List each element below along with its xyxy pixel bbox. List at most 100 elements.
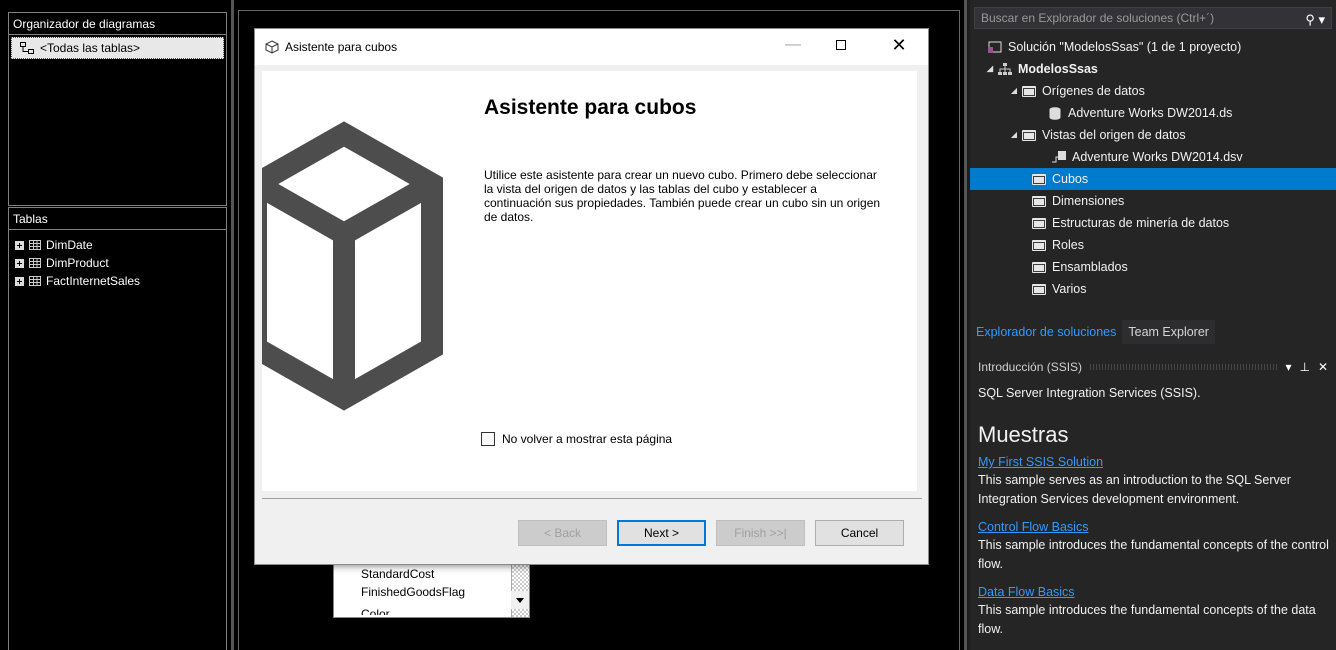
database-icon [1046, 106, 1064, 120]
next-button[interactable]: Next > [617, 520, 706, 546]
tree-node-roles[interactable]: Roles [970, 234, 1336, 256]
tree-node-datasources[interactable]: ◢ Orígenes de datos [970, 80, 1336, 102]
pin-icon[interactable]: ⊥ [1299, 360, 1309, 374]
solution-tree: Solución "ModelosSsas" (1 de 1 proyecto)… [970, 36, 1336, 300]
tree-node-dsv-file[interactable]: Adventure Works DW2014.dsv [970, 146, 1336, 168]
dialog-separator [262, 498, 922, 499]
sample-description: This sample introduces the fundamental c… [978, 603, 1316, 636]
tree-node-label: Estructuras de minería de datos [1052, 216, 1230, 230]
solution-search-input[interactable]: Buscar en Explorador de soluciones (Ctrl… [974, 7, 1332, 29]
project-icon [996, 62, 1014, 76]
table-item[interactable]: DimDate [9, 236, 226, 254]
expand-icon[interactable] [15, 258, 24, 268]
folder-icon [1030, 217, 1048, 229]
list-item[interactable]: FinishedGoodsFlag [334, 583, 529, 601]
tree-node-assemblies[interactable]: Ensamblados [970, 256, 1336, 278]
tree-node-label: Adventure Works DW2014.dsv [1072, 150, 1243, 164]
table-label: DimDate [46, 238, 93, 252]
all-tables-label: <Todas las tablas> [40, 41, 141, 55]
dropdown-icon[interactable]: ▾ [1285, 360, 1291, 374]
intro-panel-header[interactable]: Introducción (SSIS) ▾ ⊥ ✕ [970, 356, 1336, 378]
intro-panel-title: Introducción (SSIS) [978, 360, 1083, 374]
table-icon [29, 258, 41, 268]
tree-node-cubes[interactable]: Cubos [970, 168, 1336, 190]
tab-solution-explorer[interactable]: Explorador de soluciones [970, 320, 1123, 344]
collapse-icon[interactable]: ◢ [1008, 80, 1020, 102]
maximize-button[interactable] [818, 29, 864, 61]
dialog-heading: Asistente para cubos [484, 96, 697, 119]
tree-node-datasource-file[interactable]: Adventure Works DW2014.ds [970, 102, 1336, 124]
left-pane: Organizador de diagramas <Todas las tabl… [0, 0, 231, 650]
table-label: DimProduct [46, 256, 109, 270]
diagram-organizer-panel: Organizador de diagramas <Todas las tabl… [8, 12, 227, 206]
collapse-icon[interactable]: ◢ [984, 58, 996, 80]
cube-illustration-icon [262, 121, 443, 411]
intro-panel-body: SQL Server Integration Services (SSIS). … [970, 380, 1336, 649]
sample-link[interactable]: Control Flow Basics [978, 519, 1336, 536]
close-icon[interactable]: ✕ [1318, 360, 1328, 374]
dont-show-again-checkbox[interactable] [481, 432, 495, 446]
tables-header: Tablas [9, 208, 226, 230]
sample-link[interactable]: Data Flow Basics [978, 584, 1336, 601]
table-item[interactable]: FactInternetSales [9, 272, 226, 290]
table-label: FactInternetSales [46, 274, 141, 288]
column-list[interactable]: StandardCost FinishedGoodsFlag Color [333, 564, 530, 618]
samples-heading: Muestras [978, 422, 1069, 447]
table-item[interactable]: DimProduct [9, 254, 226, 272]
sample-link[interactable]: My First SSIS Solution [978, 454, 1336, 471]
dsv-icon [1050, 151, 1068, 163]
maximize-icon [836, 40, 846, 50]
tree-node-label: Vistas del origen de datos [1042, 128, 1186, 142]
tab-team-explorer[interactable]: Team Explorer [1122, 320, 1215, 344]
sample-description: This sample serves as an introduction to… [978, 473, 1291, 506]
close-button[interactable]: ✕ [876, 29, 922, 61]
all-tables-item[interactable]: <Todas las tablas> [11, 37, 224, 59]
tree-node-misc[interactable]: Varios [970, 278, 1336, 300]
diagram-icon [20, 42, 34, 54]
tree-node-label: Varios [1052, 282, 1087, 296]
tree-node-mining[interactable]: Estructuras de minería de datos [970, 212, 1336, 234]
dialog-description: Utilice este asistente para crear un nue… [484, 168, 881, 224]
dialog-content: Asistente para cubos Utilice este asiste… [262, 71, 917, 491]
minimize-button[interactable]: — [770, 29, 816, 61]
cancel-button[interactable]: Cancel [815, 520, 904, 546]
collapse-icon[interactable]: ◢ [1008, 124, 1020, 146]
dialog-title: Asistente para cubos [285, 40, 398, 54]
list-item[interactable]: Color [334, 601, 529, 615]
dont-show-again-label: No volver a mostrar esta página [502, 432, 673, 446]
expand-icon[interactable] [15, 276, 24, 286]
tree-node-solution[interactable]: Solución "ModelosSsas" (1 de 1 proyecto) [970, 36, 1336, 58]
tree-node-label: Ensamblados [1052, 260, 1128, 274]
sample-description: This sample introduces the fundamental c… [978, 538, 1329, 571]
tree-node-label: ModelosSsas [1018, 62, 1098, 76]
tree-node-dsv-folder[interactable]: ◢ Vistas del origen de datos [970, 124, 1336, 146]
table-icon [29, 276, 41, 286]
folder-icon [1030, 261, 1048, 273]
intro-subtitle: SQL Server Integration Services (SSIS). [978, 386, 1201, 400]
explorer-tabs: Explorador de soluciones Team Explorer [970, 320, 1336, 344]
tree-node-label: Roles [1052, 238, 1084, 252]
close-icon: ✕ [891, 34, 907, 55]
finish-button[interactable]: Finish >>| [716, 520, 805, 546]
cube-icon [265, 40, 279, 54]
drag-grip[interactable] [1090, 364, 1278, 370]
tree-node-label: Cubos [1052, 172, 1089, 186]
table-icon [29, 240, 41, 250]
solution-icon [986, 41, 1004, 53]
folder-icon [1020, 85, 1038, 97]
back-button[interactable]: < Back [518, 520, 607, 546]
expand-icon[interactable] [15, 240, 24, 250]
tables-panel: Tablas DimDate DimProduct FactInternetSa… [8, 207, 227, 650]
folder-icon [1030, 239, 1048, 251]
tree-node-label: Dimensiones [1052, 194, 1125, 208]
diagram-organizer-header: Organizador de diagramas [9, 13, 226, 35]
scroll-down-icon[interactable] [511, 591, 529, 609]
folder-icon [1020, 129, 1038, 141]
dont-show-again-row[interactable]: No volver a mostrar esta página [481, 432, 672, 446]
tree-node-label: Solución "ModelosSsas" (1 de 1 proyecto) [1008, 40, 1242, 54]
tree-node-project[interactable]: ◢ ModelosSsas [970, 58, 1336, 80]
tree-node-label: Adventure Works DW2014.ds [1068, 106, 1233, 120]
list-item[interactable]: StandardCost [334, 565, 529, 583]
search-icon[interactable]: ⚲ ▾ [1305, 10, 1325, 30]
tree-node-dimensions[interactable]: Dimensiones [970, 190, 1336, 212]
